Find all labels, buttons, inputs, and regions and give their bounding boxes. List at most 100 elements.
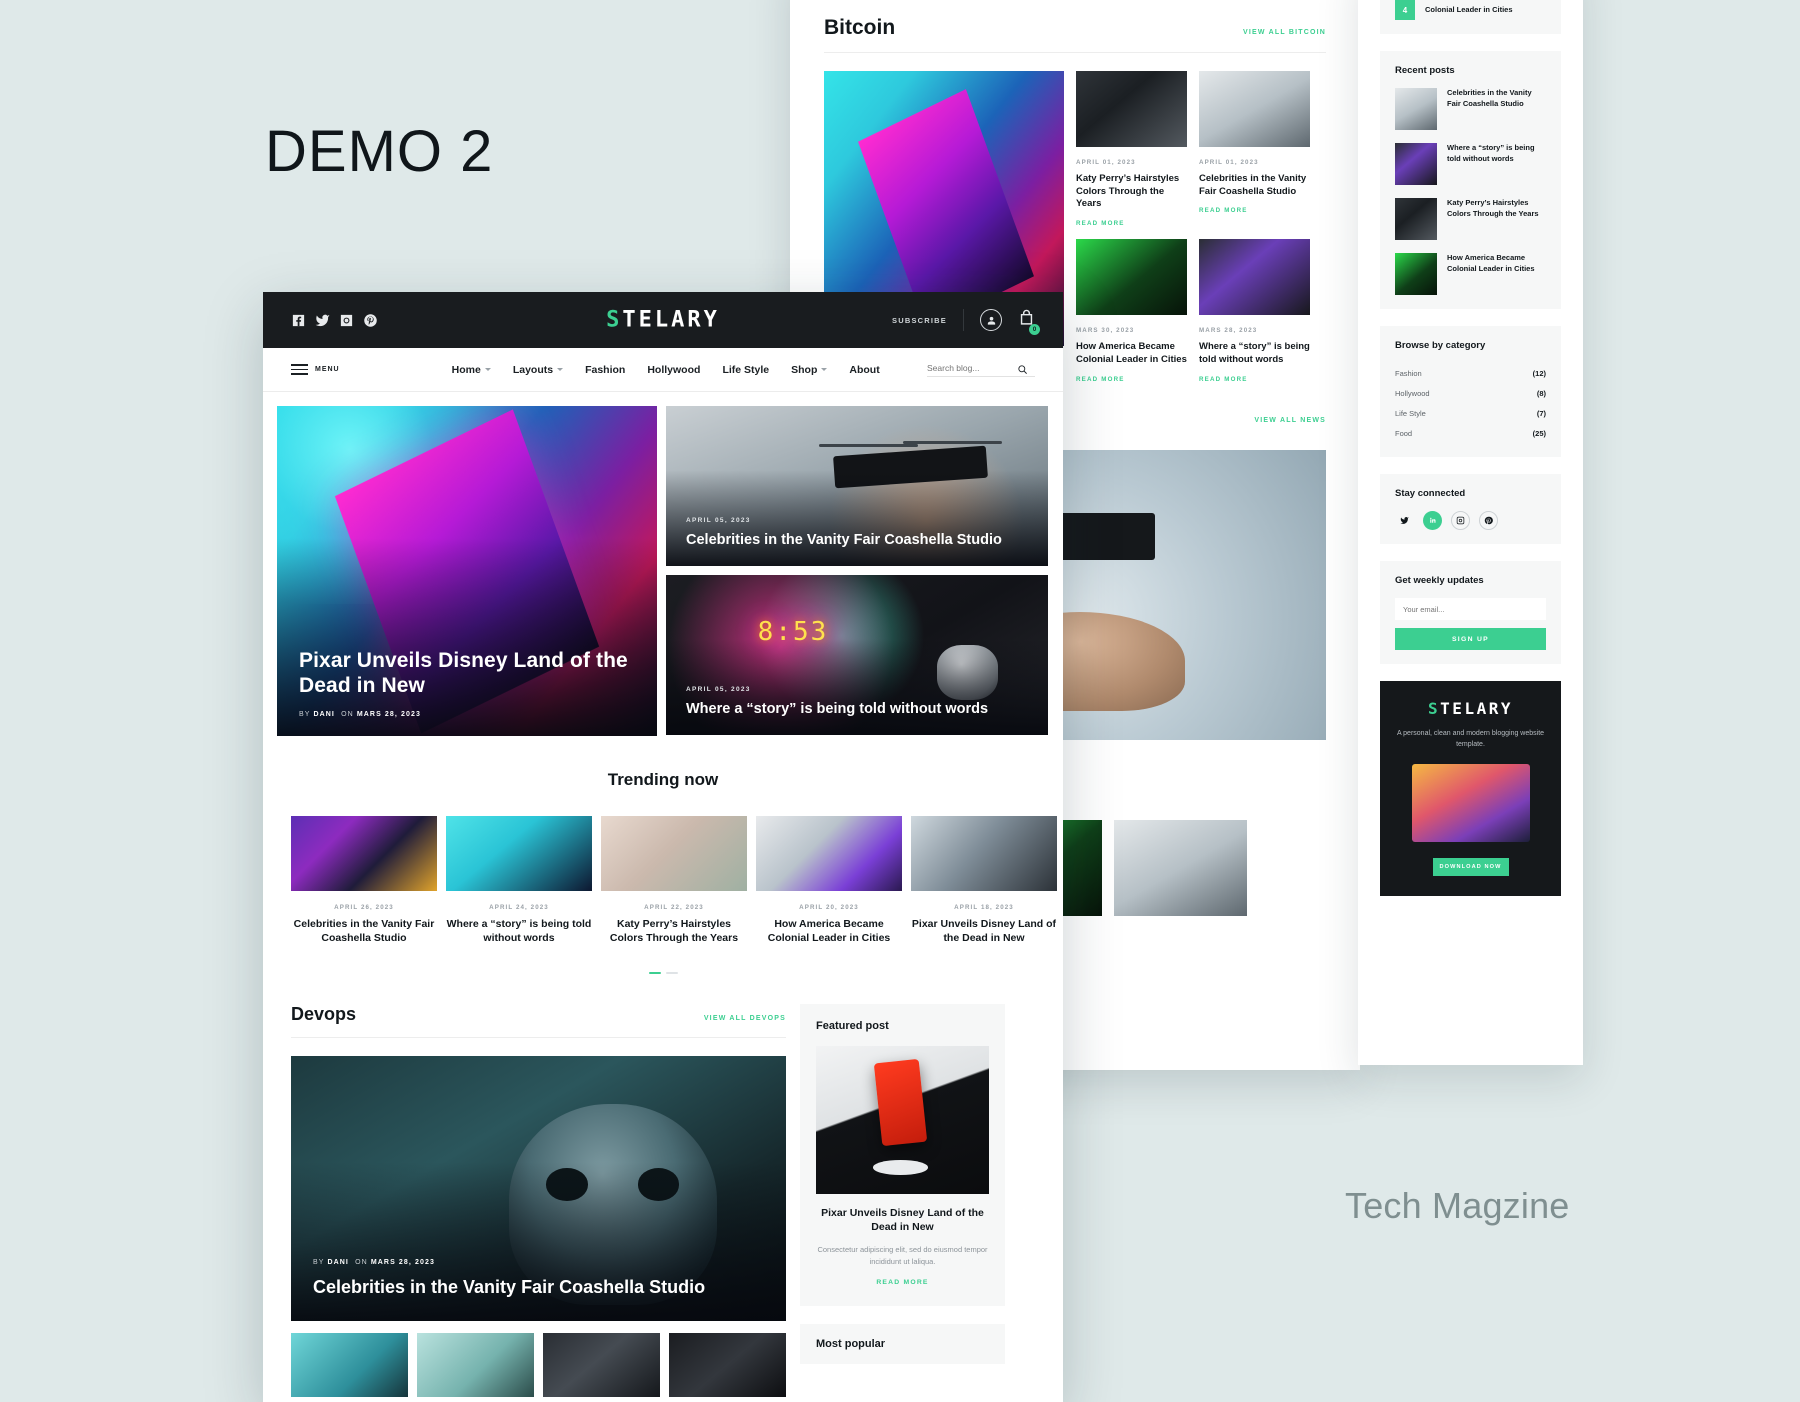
- devops-view-all-link[interactable]: VIEW ALL DEVOPS: [704, 1015, 786, 1022]
- hero-author[interactable]: DANI: [313, 711, 335, 718]
- devops-hero-card[interactable]: BY DANI ON MARS 28, 2023 Celebrities in …: [291, 1056, 786, 1322]
- recent-post-item[interactable]: Katy Perry’s Hairstyles Colors Through t…: [1395, 198, 1546, 240]
- account-icon[interactable]: [980, 309, 1002, 331]
- devops-author[interactable]: DANI: [327, 1259, 349, 1266]
- card-date: APRIL 01, 2023: [1199, 159, 1259, 166]
- recent-posts-heading: Recent posts: [1395, 65, 1455, 76]
- devops-hero-title: Celebrities in the Vanity Fair Coashella…: [313, 1276, 706, 1297]
- featured-post-heading: Featured post: [816, 1020, 889, 1033]
- news-thumbnail[interactable]: [1114, 819, 1247, 916]
- card-title: Katy Perry’s Hairstyles Colors Through t…: [1076, 173, 1180, 210]
- search-input[interactable]: [927, 362, 1009, 373]
- promo-image: [1411, 764, 1530, 843]
- nav-item-hollywood[interactable]: Hollywood: [647, 364, 700, 376]
- recent-post-title: Where a “story” is being told without wo…: [1447, 143, 1535, 163]
- menu-button-label: MENU: [315, 366, 340, 373]
- instagram-icon[interactable]: [1451, 511, 1470, 530]
- nav-item-fashion[interactable]: Fashion: [585, 364, 625, 376]
- nav-item-home[interactable]: Home: [452, 364, 491, 376]
- trending-card[interactable]: APRIL 24, 2023 Where a “story” is being …: [446, 816, 592, 946]
- devops-sidebar-column: Featured post Pixar Unveils Disney Land …: [800, 1004, 1005, 1397]
- cart-icon[interactable]: 0: [1018, 308, 1040, 335]
- recent-post-item[interactable]: Where a “story” is being told without wo…: [1395, 143, 1546, 185]
- devops-hero-text: BY DANI ON MARS 28, 2023 Celebrities in …: [313, 1259, 764, 1299]
- trending-card[interactable]: APRIL 26, 2023 Celebrities in the Vanity…: [291, 816, 437, 946]
- trending-card[interactable]: APRIL 20, 2023 How America Became Coloni…: [756, 816, 902, 946]
- twitter-icon[interactable]: [1395, 511, 1414, 530]
- carousel-dot-active[interactable]: [648, 971, 661, 975]
- carousel-dot[interactable]: [665, 971, 678, 975]
- featured-read-more-link[interactable]: READ MORE: [816, 1279, 989, 1286]
- trending-thumbnail: [911, 816, 1057, 891]
- category-row[interactable]: Hollywood (8): [1395, 383, 1546, 403]
- card-read-more[interactable]: READ MORE: [1199, 376, 1310, 383]
- browse-heading: Browse by category: [1395, 340, 1486, 351]
- newsletter-widget: Get weekly updates SIGN UP: [1380, 561, 1561, 664]
- devops-thumbnail[interactable]: [543, 1333, 660, 1398]
- category-rank-badge: 4: [1395, 0, 1415, 20]
- recent-post-item[interactable]: Celebrities in the Vanity Fair Coashella…: [1395, 88, 1546, 130]
- featured-post-title: Pixar Unveils Disney Land of the Dead in…: [821, 1207, 984, 1234]
- category-name: Fashion: [1395, 368, 1422, 378]
- bitcoin-card[interactable]: MARS 30, 2023 How America Became Colonia…: [1076, 239, 1187, 383]
- card-thumbnail: [1199, 239, 1310, 316]
- search-icon[interactable]: [1017, 362, 1028, 374]
- hero-main-card[interactable]: Pixar Unveils Disney Land of the Dead in…: [277, 406, 657, 736]
- pinterest-icon[interactable]: [1479, 511, 1498, 530]
- category-row[interactable]: Life Style (7): [1395, 403, 1546, 423]
- bitcoin-card[interactable]: MARS 28, 2023 Where a “story” is being t…: [1199, 239, 1310, 383]
- bitcoin-card[interactable]: APRIL 01, 2023 Celebrities in the Vanity…: [1199, 71, 1310, 227]
- social-row: [291, 313, 378, 328]
- download-now-button[interactable]: DOWNLOAD NOW: [1432, 858, 1509, 877]
- nav-item-lifestyle[interactable]: Life Style: [722, 364, 769, 376]
- category-row[interactable]: Fashion (12): [1395, 363, 1546, 383]
- trending-thumbnail: [756, 816, 902, 891]
- devops-thumbnail[interactable]: [669, 1333, 786, 1398]
- devops-date: MARS 28, 2023: [370, 1258, 435, 1266]
- signup-button[interactable]: SIGN UP: [1395, 628, 1546, 650]
- devops-thumbnail[interactable]: [417, 1333, 534, 1398]
- devops-byline: BY DANI ON MARS 28, 2023: [313, 1259, 764, 1266]
- trending-title: Celebrities in the Vanity Fair Coashella…: [293, 918, 435, 944]
- category-row[interactable]: Food (25): [1395, 423, 1546, 443]
- twitter-icon[interactable]: [315, 313, 330, 328]
- hamburger-icon: [291, 364, 308, 375]
- nav-item-about[interactable]: About: [849, 364, 879, 376]
- newsletter-heading: Get weekly updates: [1395, 575, 1484, 586]
- top-bar: STELARY SUBSCRIBE 0: [263, 292, 1063, 348]
- menu-button[interactable]: MENU: [291, 364, 340, 375]
- recent-post-title: How America Became Colonial Leader in Ci…: [1447, 253, 1535, 273]
- facebook-icon[interactable]: [291, 313, 306, 328]
- divider: [963, 309, 964, 331]
- pinterest-icon[interactable]: [363, 313, 378, 328]
- nav-item-shop[interactable]: Shop: [791, 364, 828, 376]
- trending-thumbnail: [601, 816, 747, 891]
- nav-label: About: [849, 363, 880, 376]
- instagram-icon[interactable]: [339, 313, 354, 328]
- card-read-more[interactable]: READ MORE: [1076, 220, 1187, 227]
- card-read-more[interactable]: READ MORE: [1199, 207, 1310, 214]
- stay-connected-heading: Stay connected: [1395, 488, 1466, 499]
- email-field[interactable]: [1395, 598, 1546, 620]
- trending-card[interactable]: APRIL 22, 2023 Katy Perry’s Hairstyles C…: [601, 816, 747, 946]
- subscribe-link[interactable]: SUBSCRIBE: [892, 316, 947, 325]
- category-count: (8): [1536, 388, 1546, 398]
- promo-logo-first: S: [1428, 699, 1441, 718]
- recent-post-item[interactable]: How America Became Colonial Leader in Ci…: [1395, 253, 1546, 295]
- trending-card[interactable]: APRIL 18, 2023 Pixar Unveils Disney Land…: [911, 816, 1057, 946]
- category-count: (25): [1532, 428, 1546, 438]
- featured-post-image[interactable]: [816, 1046, 989, 1195]
- search-box[interactable]: [927, 362, 1035, 377]
- linkedin-icon[interactable]: [1423, 511, 1442, 530]
- nav-label: Life Style: [722, 363, 770, 376]
- devops-thumbnail[interactable]: [291, 1333, 408, 1398]
- hero-main-title: Pixar Unveils Disney Land of the Dead in…: [299, 648, 628, 698]
- hero-card-neon[interactable]: 8:53 APRIL 05, 2023 Where a “story” is b…: [666, 575, 1048, 735]
- card-read-more[interactable]: READ MORE: [1076, 376, 1187, 383]
- hero-card-drone[interactable]: APRIL 05, 2023 Celebrities in the Vanity…: [666, 406, 1048, 566]
- bitcoin-card[interactable]: APRIL 01, 2023 Katy Perry’s Hairstyles C…: [1076, 71, 1187, 227]
- site-logo[interactable]: STELARY: [606, 308, 720, 333]
- bitcoin-view-all-link[interactable]: VIEW ALL BITCOIN: [1243, 29, 1326, 36]
- nav-item-layouts[interactable]: Layouts: [513, 364, 564, 376]
- top-category-row[interactable]: 4 Colonial Leader in Cities: [1395, 0, 1546, 20]
